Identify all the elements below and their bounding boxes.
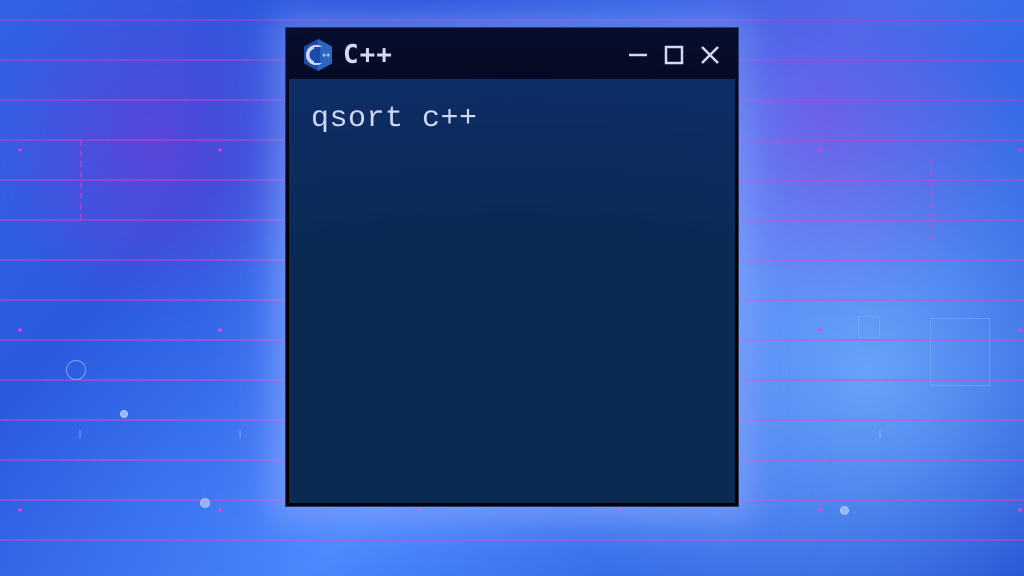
close-button[interactable]	[699, 44, 721, 66]
window-title: C++	[343, 40, 393, 70]
minimize-icon	[627, 44, 649, 66]
window-controls	[627, 44, 721, 66]
terminal-content-line: qsort c++	[311, 102, 478, 136]
svg-text:++: ++	[322, 53, 330, 60]
bg-node-dot	[120, 410, 128, 418]
cpp-hex-logo-icon: ++	[303, 38, 333, 72]
bg-line-dashed	[930, 160, 936, 240]
bg-line-dashed	[80, 140, 86, 220]
close-icon	[699, 44, 721, 66]
bg-node-dot	[840, 506, 849, 515]
minimize-button[interactable]	[627, 44, 649, 66]
maximize-icon	[663, 44, 685, 66]
maximize-button[interactable]	[663, 44, 685, 66]
bg-node-rect	[930, 318, 990, 386]
titlebar-left: ++ C++	[303, 38, 393, 72]
bg-node-circle	[66, 360, 86, 380]
bg-node-dot	[200, 498, 210, 508]
titlebar[interactable]: ++ C++	[289, 31, 735, 79]
terminal-body[interactable]: qsort c++	[289, 79, 735, 503]
terminal-window: ++ C++ qsort c++	[286, 28, 738, 506]
bg-node-rect-small	[858, 316, 880, 338]
